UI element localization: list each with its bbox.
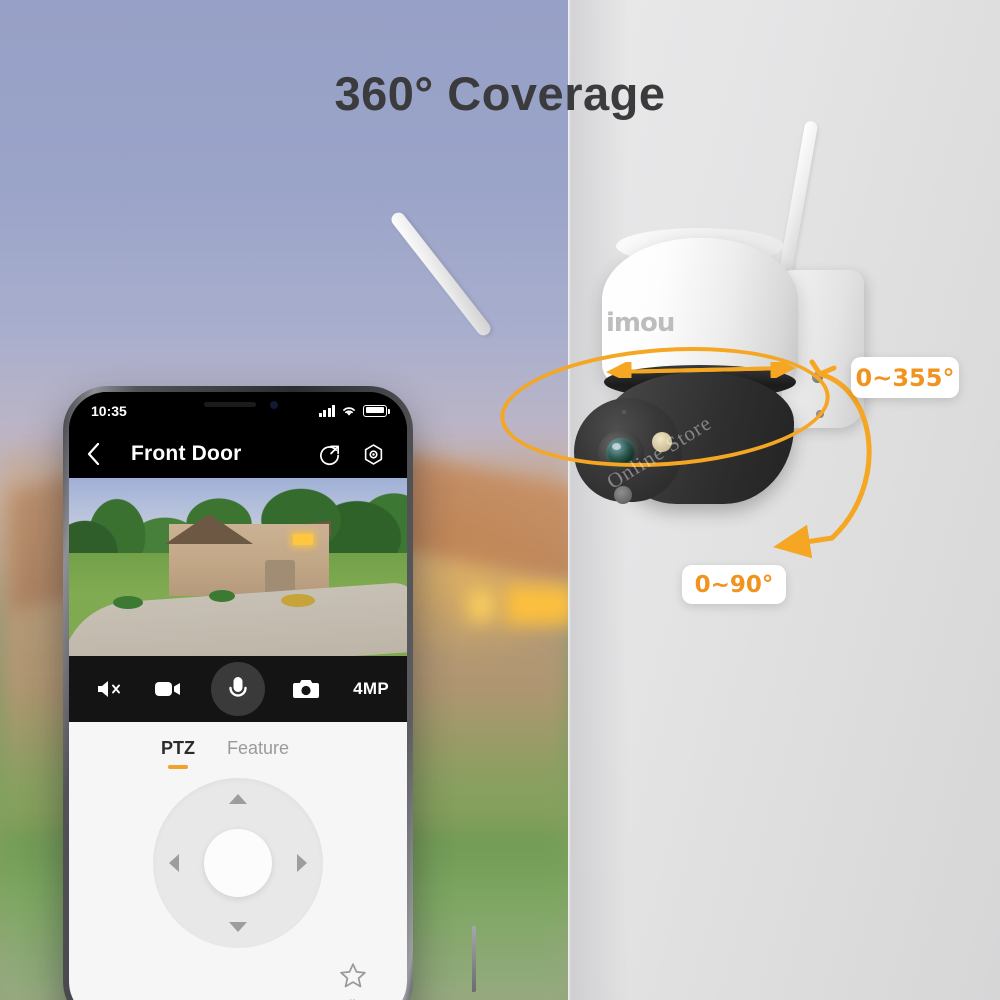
front-camera-icon [270,401,278,409]
record-button[interactable] [151,674,185,704]
security-camera-product: imou [388,110,900,620]
wifi-icon [343,407,355,416]
phone-power-button[interactable] [472,926,476,992]
collect-button[interactable]: Collect [323,962,383,1000]
phone-notch [154,392,322,418]
feed-garage-door [265,560,295,592]
playback-control-bar: 4MP [69,656,407,722]
snapshot-button[interactable] [289,674,323,704]
ptz-dpad[interactable] [153,778,323,948]
page-title-device: Front Door [131,442,242,465]
talk-button[interactable] [211,662,265,716]
back-button[interactable] [87,443,100,465]
pan-range-badge: 0~355° [851,357,959,398]
gear-icon[interactable] [362,443,385,466]
live-video-feed[interactable] [69,478,407,656]
earpiece-speaker [204,402,256,407]
battery-icon [363,404,390,417]
ptz-right-button[interactable] [297,854,307,872]
status-icons [318,404,390,417]
tab-ptz-label: PTZ [161,738,195,758]
tab-feature[interactable]: Feature [227,738,289,759]
tab-ptz[interactable]: PTZ [161,738,195,769]
ptz-panel: PTZ Feature Colle [69,722,407,1000]
status-time: 10:35 [91,403,127,419]
app-header: Front Door [69,430,407,478]
feed-roof-gable [165,514,253,544]
brand-logo: imou [606,308,675,338]
cellular-signal-icon [318,404,335,417]
ptz-left-button[interactable] [169,854,179,872]
tab-active-underline [168,765,188,769]
panel-tabs: PTZ Feature [69,722,407,778]
share-icon[interactable] [318,443,341,466]
light-sensor-icon [614,486,632,504]
ptz-center-button[interactable] [204,829,272,897]
feed-shrub [209,590,235,602]
marketing-image: 360° Coverage 10:35 Front Door 4MP PTZ F… [0,0,1000,1000]
feed-shrub [281,594,315,607]
tilt-range-badge: 0~90° [682,565,786,604]
background-window-glow-secondary [468,590,494,622]
ptz-up-button[interactable] [229,794,247,804]
star-icon [340,963,366,988]
feed-lit-window [293,534,313,545]
mute-button[interactable] [93,674,127,704]
phone-screen: 10:35 Front Door 4MP PTZ Feature [69,392,407,1000]
phone-mockup: 10:35 Front Door 4MP PTZ Feature [63,386,476,1000]
feed-shrub [113,596,143,609]
resolution-label[interactable]: 4MP [353,679,389,699]
ptz-down-button[interactable] [229,922,247,932]
